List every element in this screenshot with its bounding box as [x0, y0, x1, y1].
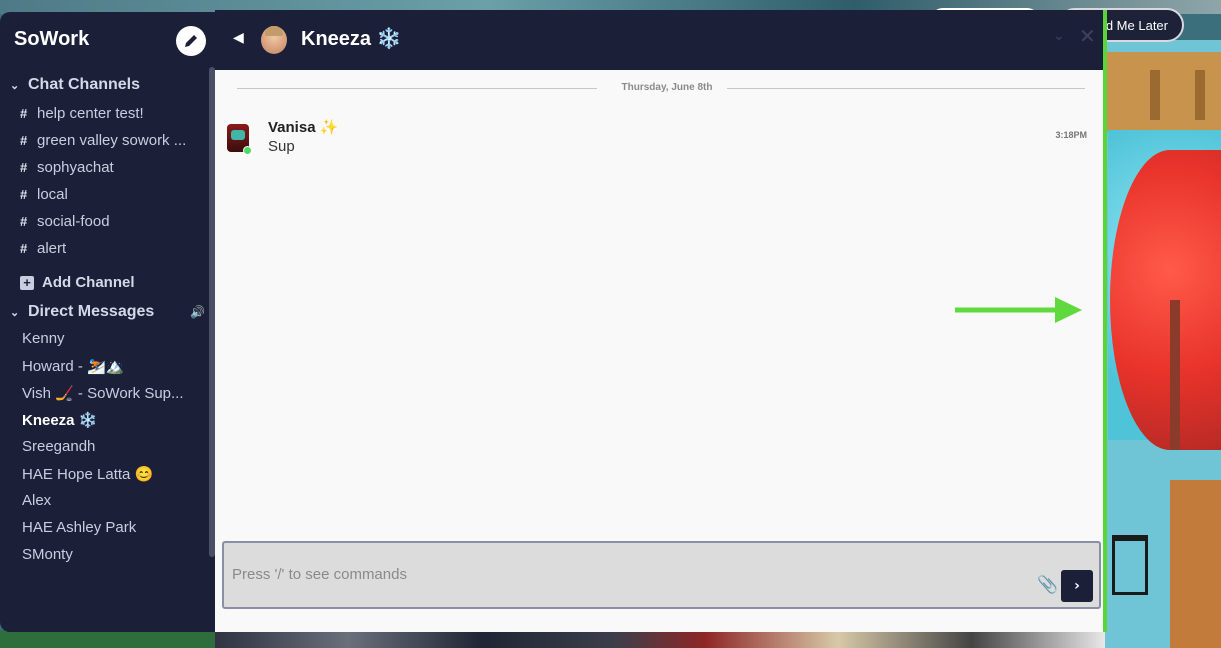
chevron-down-icon: ⌄	[10, 79, 20, 92]
scene-red-tree	[1110, 150, 1221, 450]
scene-chair	[1112, 535, 1148, 595]
channel-label: alert	[37, 240, 67, 257]
scene-tree-trunk	[1170, 300, 1180, 450]
divider-line	[727, 88, 1085, 89]
message-timestamp: 3:18PM	[1055, 130, 1087, 140]
scene-deck-post	[1195, 70, 1205, 120]
sidebar-channel[interactable]: # sophyachat	[20, 154, 205, 181]
chat-header: ◀ Kneeza ❄️ ⌄ ✕	[215, 10, 1103, 70]
paperclip-icon[interactable]: 📎	[1037, 575, 1058, 595]
video-thumbnails-strip	[215, 630, 1105, 648]
scene-deck-post	[1150, 70, 1160, 120]
direct-messages-header[interactable]: ⌄ Direct Messages	[10, 303, 154, 321]
direct-messages-heading: Direct Messages	[28, 303, 155, 320]
sidebar-dm-item[interactable]: Alex	[22, 487, 207, 514]
hash-icon: #	[20, 187, 28, 202]
hash-icon: #	[20, 106, 28, 121]
scene-grass	[0, 630, 215, 648]
sidebar-channel[interactable]: # local	[20, 181, 205, 208]
chat-sidebar: SoWork ⌄ Chat Channels # help center test…	[0, 12, 215, 632]
chevron-down-icon[interactable]: ⌄	[1053, 28, 1065, 44]
channel-label: social-food	[37, 213, 110, 230]
message-composer: 📎 ›	[222, 541, 1101, 609]
add-channel-button[interactable]: + Add Channel	[20, 274, 135, 291]
hash-icon: #	[20, 214, 28, 229]
channel-label: help center test!	[37, 105, 144, 122]
hash-icon: #	[20, 241, 28, 256]
sidebar-dm-item[interactable]: Vish 🏒 - SoWork Sup...	[22, 379, 207, 406]
sidebar-dm-item-active[interactable]: Kneeza ❄️	[22, 406, 207, 433]
date-label: Thursday, June 8th	[621, 82, 713, 93]
direct-message-list: Kenny Howard - ⛷️🏔️ Vish 🏒 - SoWork Sup.…	[22, 325, 207, 568]
channel-label: sophyachat	[37, 159, 114, 176]
channel-label: local	[37, 186, 68, 203]
channel-list: # help center test! # green valley sowork …	[20, 100, 205, 262]
caret-left-icon[interactable]: ◀	[233, 30, 244, 46]
chevron-down-icon: ⌄	[10, 306, 20, 319]
chat-channels-heading: Chat Channels	[28, 76, 141, 93]
date-divider: Thursday, June 8th	[237, 82, 1085, 96]
sidebar-channel[interactable]: # help center test!	[20, 100, 205, 127]
sidebar-dm-item[interactable]: Kenny	[22, 325, 207, 352]
message-author[interactable]: Vanisa ✨	[268, 118, 338, 136]
close-icon[interactable]: ✕	[1079, 24, 1096, 48]
chat-message: Vanisa ✨ Sup 3:18PM	[227, 118, 1087, 168]
sidebar-dm-item[interactable]: SMonty	[22, 541, 207, 568]
arrow-right-icon	[955, 297, 1082, 323]
chat-channels-header[interactable]: ⌄ Chat Channels	[10, 76, 140, 94]
scene-wood-floor	[1170, 480, 1221, 648]
message-input[interactable]	[232, 561, 1012, 587]
sidebar-dm-item[interactable]: Howard - ⛷️🏔️	[22, 352, 207, 379]
sidebar-dm-item[interactable]: HAE Hope Latta 😊	[22, 460, 207, 487]
sidebar-dm-item[interactable]: HAE Ashley Park	[22, 514, 207, 541]
channel-label: green valley sowork ...	[37, 132, 187, 149]
sidebar-channel[interactable]: # social-food	[20, 208, 205, 235]
hash-icon: #	[20, 160, 28, 175]
compose-button[interactable]	[176, 26, 206, 56]
send-button[interactable]: ›	[1061, 570, 1093, 602]
speaker-icon[interactable]: 🔊	[190, 305, 205, 319]
sidebar-dm-item[interactable]: Sreegandh	[22, 433, 207, 460]
chat-panel: ◀ Kneeza ❄️ ⌄ ✕ Thursday, June 8th Vanis…	[215, 10, 1107, 632]
avatar	[261, 26, 287, 54]
plus-icon: +	[20, 275, 34, 290]
chevron-right-icon: ›	[1074, 578, 1080, 594]
chat-title: Kneeza ❄️	[301, 28, 402, 50]
sidebar-channel[interactable]: # alert	[20, 235, 205, 262]
hash-icon: #	[20, 133, 28, 148]
message-body: Sup	[268, 138, 295, 155]
sidebar-channel[interactable]: # green valley sowork ...	[20, 127, 205, 154]
online-status-dot	[243, 146, 252, 155]
pencil-icon	[185, 35, 197, 47]
add-channel-label: Add Channel	[42, 274, 135, 291]
brand-title: SoWork	[14, 28, 90, 50]
divider-line	[237, 88, 597, 89]
